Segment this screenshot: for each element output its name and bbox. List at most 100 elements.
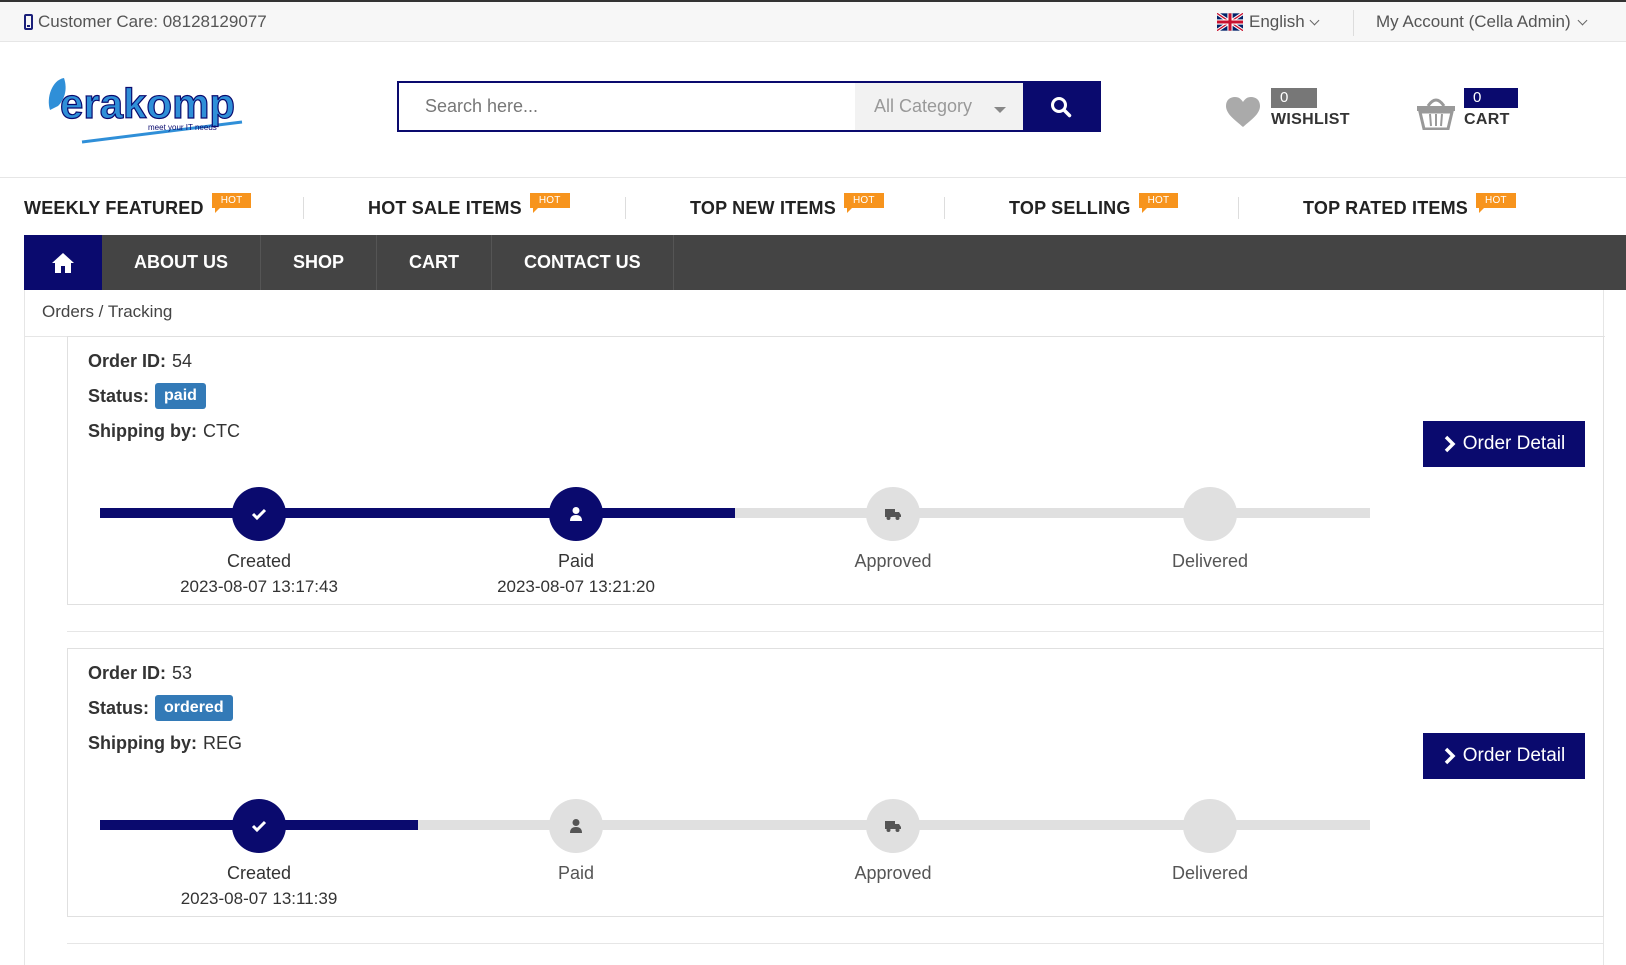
order-detail-label: Order Detail [1462,433,1566,454]
search-bar: All Category [397,81,1101,132]
hot-badge: HOT [1476,193,1516,213]
account-label: My Account (Cella Admin) [1376,12,1571,31]
account-menu[interactable]: My Account (Cella Admin) [1376,12,1588,32]
order-id-value: 54 [172,351,193,371]
check-icon [251,508,267,521]
shipping-value: REG [202,733,242,753]
category-label: TOP SELLING [1009,198,1131,218]
hot-badge: HOT [1138,193,1179,213]
order-separator [67,916,1604,944]
step-dot [866,487,920,541]
step-name: Paid [557,551,595,571]
step-approved: Approved [793,799,993,884]
category-select-label: All Category [874,96,973,116]
order-id-value: 53 [172,663,193,683]
divider [1353,10,1354,36]
language-selector[interactable]: English [1217,12,1320,32]
order-shipping-row: Shipping by: CTC [88,421,240,442]
step-timestamp: 2023-08-07 13:17:43 [180,577,338,596]
step-created: Created 2023-08-07 13:17:43 [159,487,359,597]
nav-about-us[interactable]: ABOUT US [102,235,261,290]
category-label: TOP RATED ITEMS [1303,198,1469,218]
home-button[interactable] [24,235,102,290]
order-id-label: Order ID: [88,351,167,371]
step-dot [549,799,603,853]
category-select[interactable]: All Category [855,83,1023,130]
hot-badge: HOT [211,193,252,213]
basket-icon [1417,98,1455,130]
nav-cart[interactable]: CART [377,235,493,290]
category-strip: WEEKLY FEATURED HOT HOT SALE ITEMS HOT T… [0,177,1626,235]
divider [1238,197,1239,219]
wishlist-count: 0 item [1271,88,1318,126]
hot-badge: HOT [843,193,884,213]
customer-care-text: Customer Care: 08128129077 [38,12,267,31]
step-approved: Approved [793,487,993,572]
uk-flag-icon [1217,13,1243,31]
heart-icon [1226,97,1260,127]
step-name: Approved [854,551,932,571]
main-nav: ABOUT US SHOP CART CONTACT US [24,235,1626,290]
order-tracker: Created 2023-08-07 13:17:43 Paid 2023-08… [100,487,1417,607]
order-shipping-row: Shipping by: REG [88,733,242,754]
step-dot [232,487,286,541]
order-status-row: Status: ordered [88,695,233,721]
phone-icon [24,14,33,30]
step-created: Created 2023-08-07 13:11:39 [159,799,359,909]
category-weekly-featured[interactable]: WEEKLY FEATURED HOT [24,193,252,219]
category-label: WEEKLY FEATURED [24,198,204,218]
truck-icon [885,509,901,520]
step-name: Created [226,551,292,571]
chevron-right-icon [1444,435,1456,453]
logo[interactable]: erakomp meet your IT needs [42,70,252,150]
category-top-rated-items[interactable]: TOP RATED ITEMS HOT [1303,193,1516,219]
shipping-label: Shipping by: [88,733,197,753]
home-icon [52,252,74,273]
status-label: Status: [88,385,150,406]
step-paid: Paid [476,799,676,884]
chevron-right-icon [1444,747,1456,765]
order-tracker: Created 2023-08-07 13:11:39 Paid Approve… [100,799,1417,919]
chevron-down-icon [1577,15,1588,25]
status-badge: ordered [155,695,233,721]
step-timestamp: 2023-08-07 13:21:20 [497,577,655,596]
category-label: TOP NEW ITEMS [690,198,836,218]
order-detail-button[interactable]: Order Detail [1423,733,1585,779]
order-id-label: Order ID: [88,663,167,683]
order-card: Order ID: 54 Status: paid Shipping by: C… [67,336,1604,605]
category-hot-sale-items[interactable]: HOT SALE ITEMS HOT [368,193,570,219]
cart-label: CART [1464,111,1510,128]
step-dot [1183,799,1237,853]
user-icon [570,819,582,833]
step-dot [549,487,603,541]
truck-icon [885,821,901,832]
order-card: Order ID: 53 Status: ordered Shipping by… [67,648,1604,917]
nav-shop[interactable]: SHOP [261,235,378,290]
step-name: Created [226,863,292,883]
nav-contact-us[interactable]: CONTACT US [492,235,674,290]
main-content: Orders / Tracking Order ID: 54 Status: p… [24,290,1605,965]
status-badge: paid [155,383,206,409]
shipping-value: CTC [202,421,240,441]
category-top-new-items[interactable]: TOP NEW ITEMS HOT [690,193,884,219]
step-dot [1183,487,1237,541]
divider [303,197,304,219]
step-name: Approved [854,863,932,883]
divider [944,197,945,219]
logo-graphic: erakomp meet your IT needs [48,78,243,144]
status-label: Status: [88,697,150,718]
step-paid: Paid 2023-08-07 13:21:20 [476,487,676,597]
breadcrumb: Orders / Tracking [25,290,1605,337]
search-input[interactable] [399,83,855,130]
order-detail-button[interactable]: Order Detail [1423,421,1585,467]
logo-text: erakomp [60,80,235,127]
step-delivered: Delivered [1110,487,1310,572]
search-button[interactable] [1023,83,1099,130]
order-separator [67,604,1604,632]
wishlist-label: WISHLIST [1271,111,1350,128]
customer-care: Customer Care: 08128129077 [24,12,267,32]
step-dot [866,799,920,853]
check-icon [251,820,267,833]
top-bar: Customer Care: 08128129077 English My Ac… [0,0,1626,42]
category-top-selling[interactable]: TOP SELLING HOT [1009,193,1179,219]
